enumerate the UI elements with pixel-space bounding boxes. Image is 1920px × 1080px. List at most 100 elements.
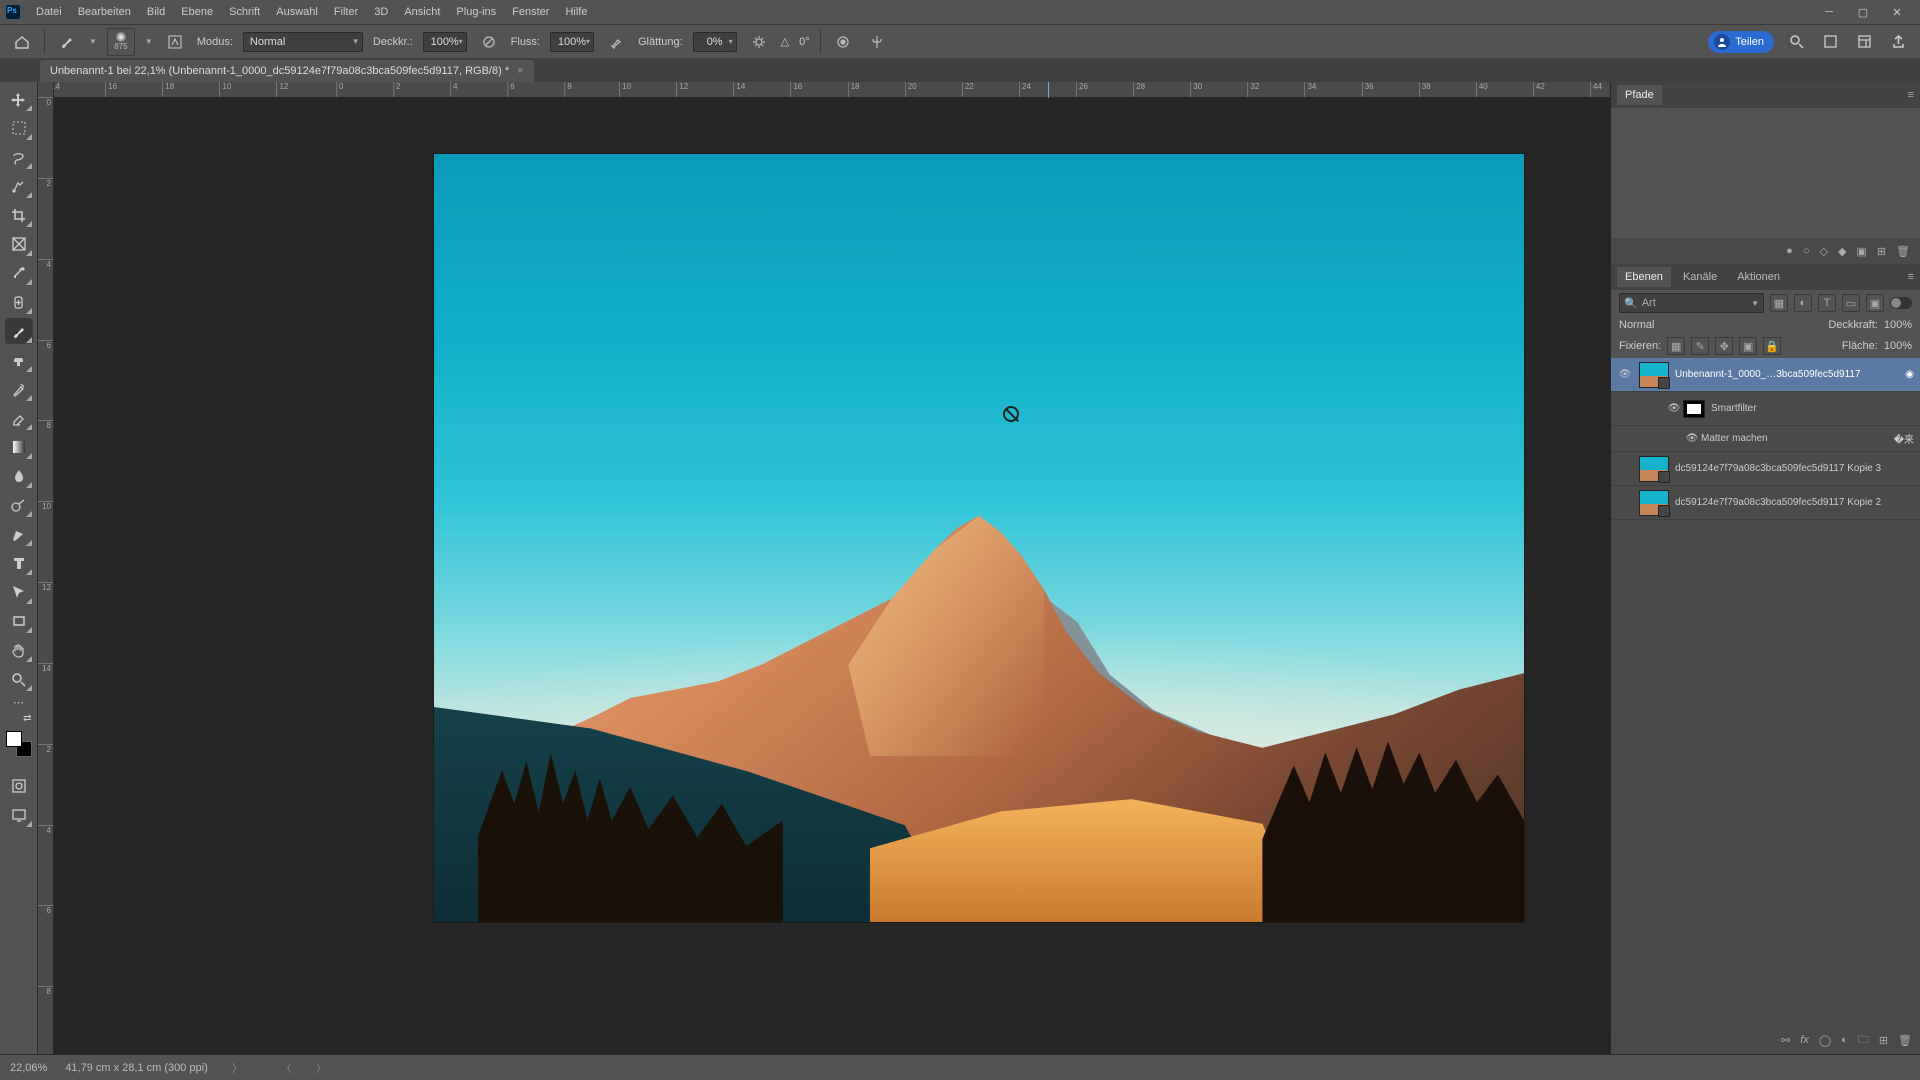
frame-tool[interactable] [5,231,33,257]
pressure-opacity-icon[interactable] [477,30,501,54]
hand-tool[interactable] [5,637,33,663]
zoom-level[interactable]: 22,06% [10,1062,47,1074]
brush-preset-picker[interactable]: 875 [107,28,135,56]
menu-auswahl[interactable]: Auswahl [268,0,326,24]
quick-mask-icon[interactable] [5,773,33,799]
opacity-field[interactable]: 100% [423,32,467,52]
document-canvas[interactable] [434,154,1524,922]
menu-datei[interactable]: Datei [28,0,70,24]
type-tool[interactable] [5,550,33,576]
new-group-icon[interactable]: 🗀 [1858,1031,1869,1050]
filter-type-icon[interactable]: T [1818,294,1836,312]
flow-field[interactable]: 100% [550,32,594,52]
lock-transparency-icon[interactable]: ▦ [1667,337,1685,355]
menu-plugins[interactable]: Plug-ins [448,0,504,24]
dodge-tool[interactable] [5,492,33,518]
close-icon[interactable]: × [517,65,523,77]
document-tab[interactable]: Unbenannt-1 bei 22,1% (Unbenannt-1_0000_… [40,60,534,82]
home-icon[interactable] [10,30,34,54]
layer-fill-field[interactable]: 100% [1884,340,1912,352]
tab-pfade[interactable]: Pfade [1617,85,1662,105]
swap-colors-icon[interactable]: ⇄ [6,712,32,724]
layer-row[interactable]: 👁 Unbenannt-1_0000_…3bca509fec5d9117 ◉ [1611,358,1920,392]
window-minimize-button[interactable]: ─ [1812,0,1846,24]
pen-tool[interactable] [5,521,33,547]
layer-row[interactable]: 👁 Smartfilter [1611,392,1920,426]
menu-ansicht[interactable]: Ansicht [396,0,448,24]
document-info[interactable]: 41,79 cm x 28,1 cm (300 ppi) [65,1062,207,1074]
layer-style-icon[interactable]: fx [1800,1034,1809,1046]
add-mask-icon[interactable]: ▣ [1856,245,1866,258]
brush-tool[interactable] [5,318,33,344]
move-tool[interactable] [5,86,33,112]
new-layer-icon[interactable]: ⊞ [1879,1034,1888,1047]
chevron-down-icon[interactable]: ▼ [145,37,153,46]
adjustment-layer-icon[interactable]: ◐ [1841,1034,1848,1046]
tab-kanaele[interactable]: Kanäle [1675,267,1725,287]
status-nav-left-icon[interactable]: 〈 [281,1060,292,1076]
healing-brush-tool[interactable] [5,289,33,315]
load-selection-icon[interactable]: ◇ [1819,245,1827,258]
layer-row[interactable]: dc59124e7f79a08c3bca509fec5d9117 Kopie 2 [1611,486,1920,520]
menu-bild[interactable]: Bild [139,0,173,24]
delete-layer-icon[interactable]: 🗑 [1898,1034,1912,1047]
arrange-documents-icon[interactable] [1818,30,1842,54]
blend-mode-select[interactable]: Normal [243,32,363,52]
layer-row[interactable]: 👁 Matter machen �来 [1611,426,1920,452]
stroke-path-icon[interactable]: ○ [1803,245,1810,257]
brush-tool-icon[interactable] [55,30,79,54]
gradient-tool[interactable] [5,434,33,460]
lock-position-icon[interactable]: ✥ [1715,337,1733,355]
export-share-icon[interactable] [1886,30,1910,54]
clone-stamp-tool[interactable] [5,347,33,373]
status-menu-icon[interactable]: 〉 [232,1060,243,1076]
angle-value[interactable]: 0° [799,36,810,48]
tab-aktionen[interactable]: Aktionen [1729,267,1788,287]
menu-schrift[interactable]: Schrift [221,0,268,24]
visibility-toggle-icon[interactable]: 👁 [1611,369,1639,380]
lock-all-icon[interactable]: 🔒 [1763,337,1781,355]
smoothing-options-icon[interactable] [747,30,771,54]
screen-mode-icon[interactable] [5,802,33,828]
marquee-tool[interactable] [5,115,33,141]
chevron-down-icon[interactable]: ▼ [89,37,97,46]
airbrush-icon[interactable] [604,30,628,54]
panel-menu-icon[interactable]: ≡ [1908,271,1914,283]
menu-3d[interactable]: 3D [366,0,396,24]
filter-smart-icon[interactable]: ▣ [1866,294,1884,312]
tab-ebenen[interactable]: Ebenen [1617,267,1671,287]
lock-paint-icon[interactable]: ✎ [1691,337,1709,355]
canvas-area[interactable]: 1416181012024681012141618202224262830323… [54,82,1610,1054]
share-button[interactable]: Teilen [1708,31,1774,53]
filter-blend-options-icon[interactable]: �来 [1894,431,1914,446]
new-path-icon[interactable]: ⊞ [1877,245,1886,258]
link-layers-icon[interactable]: ⚯ [1781,1034,1790,1047]
layer-row[interactable]: dc59124e7f79a08c3bca509fec5d9117 Kopie 3 [1611,452,1920,486]
filter-mask-thumbnail[interactable] [1683,400,1705,418]
layer-name[interactable]: dc59124e7f79a08c3bca509fec5d9117 Kopie 2 [1675,497,1920,508]
panel-menu-icon[interactable]: ≡ [1908,89,1914,101]
rectangle-tool[interactable] [5,608,33,634]
history-brush-tool[interactable] [5,376,33,402]
make-workpath-icon[interactable]: ◆ [1838,245,1846,258]
visibility-toggle-icon[interactable]: 👁 [1683,433,1701,444]
smoothing-field[interactable]: 0% [693,32,737,52]
crop-tool[interactable] [5,202,33,228]
delete-path-icon[interactable]: 🗑 [1896,245,1910,258]
zoom-tool[interactable] [5,666,33,692]
layer-thumbnail[interactable] [1639,490,1669,516]
eraser-tool[interactable] [5,405,33,431]
filter-pixel-icon[interactable]: ▦ [1770,294,1788,312]
filter-adjust-icon[interactable]: ◐ [1794,294,1812,312]
path-selection-tool[interactable] [5,579,33,605]
visibility-toggle-icon[interactable]: 👁 [1665,403,1683,414]
layer-filter-select[interactable]: 🔍 Art ▼ [1619,293,1764,313]
lock-artboard-icon[interactable]: ▣ [1739,337,1757,355]
window-maximize-button[interactable]: ▢ [1846,0,1880,24]
eyedropper-tool[interactable] [5,260,33,286]
layer-name[interactable]: Unbenannt-1_0000_…3bca509fec5d9117 [1675,369,1905,380]
layer-thumbnail[interactable] [1639,456,1669,482]
layer-name[interactable]: dc59124e7f79a08c3bca509fec5d9117 Kopie 3 [1675,463,1920,474]
layer-opacity-field[interactable]: 100% [1884,319,1912,331]
menu-hilfe[interactable]: Hilfe [557,0,595,24]
